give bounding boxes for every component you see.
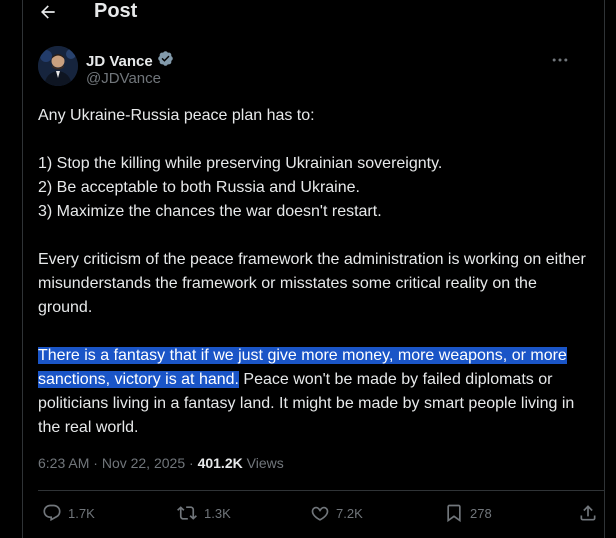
- name-row: JD Vance: [86, 50, 174, 72]
- right-border: [604, 0, 605, 538]
- post-item-1: 1) Stop the killing while preserving Ukr…: [38, 155, 443, 172]
- more-horizontal-icon[interactable]: [548, 50, 572, 70]
- left-border: [22, 0, 23, 538]
- share-button[interactable]: [578, 503, 598, 523]
- meta-separator: ·: [89, 455, 102, 471]
- post-paragraph-criticism: Every criticism of the peace framework t…: [38, 251, 586, 316]
- bookmark-count: 278: [470, 505, 492, 521]
- post-item-2: 2) Be acceptable to both Russia and Ukra…: [38, 179, 360, 196]
- post-date[interactable]: Nov 22, 2025: [102, 455, 185, 471]
- meta-separator: ·: [185, 455, 198, 471]
- views-count: 401.2K: [197, 455, 243, 471]
- share-icon: [578, 503, 598, 523]
- action-bar: 1.7K 1.3K 7.2K 278: [38, 503, 604, 529]
- post-text: Any Ukraine-Russia peace plan has to: 1)…: [38, 104, 594, 440]
- verified-badge-icon: [157, 50, 174, 72]
- post-time[interactable]: 6:23 AM: [38, 455, 89, 471]
- like-button[interactable]: 7.2K: [310, 503, 363, 523]
- post-header: Post: [22, 0, 604, 26]
- page-title: Post: [94, 0, 138, 22]
- author-handle[interactable]: @JDVance: [86, 70, 161, 87]
- post-author: JD Vance @JDVance: [38, 46, 578, 94]
- post-item-3: 3) Maximize the chances the war doesn't …: [38, 203, 382, 220]
- reply-icon: [42, 503, 62, 523]
- reply-button[interactable]: 1.7K: [42, 503, 95, 523]
- divider: [38, 490, 604, 491]
- like-count: 7.2K: [336, 505, 363, 521]
- post-line-intro: Any Ukraine-Russia peace plan has to:: [38, 107, 315, 124]
- avatar[interactable]: [38, 46, 78, 86]
- repost-icon: [176, 503, 198, 523]
- post-paragraph-fantasy: There is a fantasy that if we just give …: [38, 344, 594, 440]
- heart-icon: [310, 503, 330, 523]
- reply-count: 1.7K: [68, 505, 95, 521]
- bookmark-icon: [444, 503, 464, 523]
- views-label: Views: [242, 455, 284, 471]
- author-name[interactable]: JD Vance: [86, 53, 153, 70]
- repost-count: 1.3K: [204, 505, 231, 521]
- arrow-left-icon[interactable]: [36, 2, 60, 22]
- repost-button[interactable]: 1.3K: [176, 503, 231, 523]
- post-meta: 6:23 AM · Nov 22, 2025 · 401.2K Views: [38, 455, 284, 471]
- bookmark-button[interactable]: 278: [444, 503, 492, 523]
